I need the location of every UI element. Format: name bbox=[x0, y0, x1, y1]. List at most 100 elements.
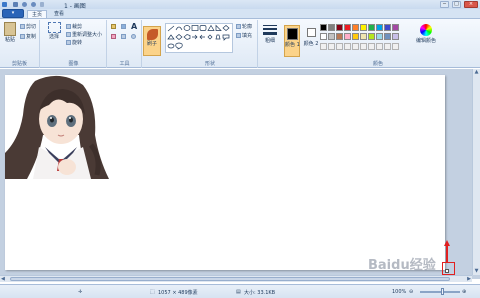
colors-group: 编辑颜色 颜色 bbox=[320, 20, 436, 68]
customize-quick-access-icon[interactable] bbox=[40, 2, 44, 7]
zoom-slider-thumb[interactable] bbox=[441, 288, 444, 295]
color2-button[interactable]: 颜色 2 bbox=[303, 25, 319, 57]
crop-button[interactable]: 裁剪 bbox=[66, 23, 82, 30]
shape-fill-button[interactable]: 填充 bbox=[236, 32, 252, 39]
blank-palette-row bbox=[320, 43, 420, 52]
scroll-thumb[interactable] bbox=[10, 277, 450, 281]
file-size: 大小: 33.1KB bbox=[244, 290, 276, 296]
copy-label: 复制 bbox=[26, 34, 37, 40]
magnifier-tool[interactable] bbox=[131, 34, 137, 40]
eraser-tool[interactable] bbox=[111, 34, 117, 40]
copy-button[interactable]: 复制 bbox=[20, 33, 36, 40]
resize-button[interactable]: 重新调整大小 bbox=[66, 31, 102, 38]
shape-outline-button[interactable]: 轮廓 bbox=[236, 23, 252, 30]
resize-highlight-box bbox=[442, 262, 455, 275]
color-picker-tool[interactable] bbox=[121, 34, 127, 40]
paint-app-icon[interactable] bbox=[2, 2, 7, 7]
copy-icon bbox=[20, 34, 25, 39]
color-swatch[interactable] bbox=[328, 33, 335, 40]
rotate-label: 旋转 bbox=[72, 40, 83, 46]
save-icon[interactable] bbox=[13, 2, 18, 7]
size-button[interactable]: 粗细 bbox=[262, 25, 278, 44]
tab-home[interactable]: 主页 bbox=[27, 10, 47, 18]
color-swatch[interactable] bbox=[328, 24, 335, 31]
paste-button[interactable]: 粘贴 bbox=[3, 22, 17, 43]
scissors-icon bbox=[20, 24, 25, 29]
color-swatch[interactable] bbox=[352, 24, 359, 31]
color-swatch[interactable] bbox=[384, 24, 391, 31]
brushes-button[interactable]: 刷子 bbox=[143, 26, 161, 56]
vertical-scrollbar[interactable]: ▲ ▼ bbox=[472, 69, 480, 275]
annotation-arrow-shaft bbox=[446, 244, 448, 262]
clipboard-group-label: 剪贴板 bbox=[11, 61, 27, 67]
color-swatch[interactable] bbox=[360, 24, 367, 31]
scroll-down-icon[interactable]: ▼ bbox=[473, 268, 480, 275]
crop-icon bbox=[66, 24, 71, 29]
zoom-out-icon[interactable]: ⊖ bbox=[409, 289, 413, 295]
shapes-group-label: 形状 bbox=[204, 61, 215, 67]
clipboard-group: 粘贴 剪切 复制 剪贴板 bbox=[0, 20, 40, 68]
rotate-button[interactable]: 旋转 bbox=[66, 39, 82, 46]
image-group: 选择 裁剪 重新调整大小 旋转 图像 bbox=[41, 20, 107, 68]
color-swatch[interactable] bbox=[368, 24, 375, 31]
color-swatch[interactable] bbox=[344, 24, 351, 31]
color-swatch[interactable] bbox=[392, 24, 399, 31]
select-icon bbox=[47, 22, 61, 33]
shapes-gallery[interactable] bbox=[165, 23, 233, 53]
tab-view[interactable]: 查看 bbox=[50, 10, 68, 18]
tools-group: A 工具 bbox=[108, 20, 142, 68]
cut-label: 剪切 bbox=[26, 24, 37, 30]
rotate-icon bbox=[66, 40, 71, 45]
select-button[interactable]: 选择 bbox=[46, 22, 62, 40]
brush-icon bbox=[146, 29, 158, 40]
watermark-logo: Baidu经验 bbox=[368, 258, 436, 273]
scroll-right-icon[interactable]: ▶ bbox=[467, 276, 471, 282]
outline-label: 轮廓 bbox=[242, 24, 253, 30]
color-swatch[interactable] bbox=[344, 33, 351, 40]
zoom-slider[interactable] bbox=[420, 291, 460, 293]
color-swatch[interactable] bbox=[320, 24, 327, 31]
fill-icon bbox=[236, 33, 241, 38]
pencil-tool[interactable] bbox=[111, 24, 117, 30]
tools-group-label: 工具 bbox=[119, 61, 130, 67]
cursor-position-icon: ✛ bbox=[78, 289, 83, 295]
image-dimensions: 1057 × 489像素 bbox=[158, 290, 198, 296]
image-group-label: 图像 bbox=[68, 61, 79, 67]
line-width-icon bbox=[263, 25, 277, 35]
redo-icon[interactable] bbox=[31, 2, 36, 7]
color-swatch[interactable] bbox=[376, 33, 383, 40]
pencil-icon bbox=[111, 24, 116, 29]
resize-icon bbox=[66, 32, 71, 37]
horizontal-scrollbar[interactable]: ◀ ▶ bbox=[0, 275, 472, 282]
brushes-label: 刷子 bbox=[146, 41, 157, 47]
eyedropper-icon bbox=[121, 34, 126, 39]
color-swatch[interactable] bbox=[360, 33, 367, 40]
pasted-image[interactable] bbox=[5, 75, 113, 179]
undo-icon[interactable] bbox=[22, 2, 27, 7]
color1-button[interactable]: 颜色 1 bbox=[284, 25, 300, 57]
color-swatch[interactable] bbox=[336, 33, 343, 40]
text-tool[interactable]: A bbox=[131, 22, 137, 31]
close-button[interactable]: × bbox=[464, 1, 478, 8]
zoom-in-icon[interactable]: ⊕ bbox=[462, 289, 466, 295]
minimize-button[interactable]: ─ bbox=[440, 1, 449, 8]
selection-size-icon: ⬚ bbox=[150, 289, 155, 295]
color-wheel-icon bbox=[420, 24, 432, 36]
color-swatch[interactable] bbox=[352, 33, 359, 40]
cut-button[interactable]: 剪切 bbox=[20, 23, 36, 30]
scroll-left-icon[interactable]: ◀ bbox=[1, 276, 5, 282]
color-swatch[interactable] bbox=[392, 33, 399, 40]
paste-label: 粘贴 bbox=[4, 37, 15, 43]
size-label: 粗细 bbox=[264, 38, 275, 44]
edit-colors-button[interactable]: 编辑颜色 bbox=[416, 24, 436, 44]
color-swatch[interactable] bbox=[384, 33, 391, 40]
paint-menu-button[interactable]: ▾ bbox=[2, 9, 24, 18]
color-swatch[interactable] bbox=[336, 24, 343, 31]
color-swatch[interactable] bbox=[320, 33, 327, 40]
maximize-button[interactable]: □ bbox=[452, 1, 461, 8]
fill-tool[interactable] bbox=[121, 24, 127, 30]
color-swatch[interactable] bbox=[368, 33, 375, 40]
scroll-up-icon[interactable]: ▲ bbox=[473, 69, 480, 76]
color-swatch[interactable] bbox=[376, 24, 383, 31]
color2-label: 颜色 2 bbox=[303, 41, 319, 47]
